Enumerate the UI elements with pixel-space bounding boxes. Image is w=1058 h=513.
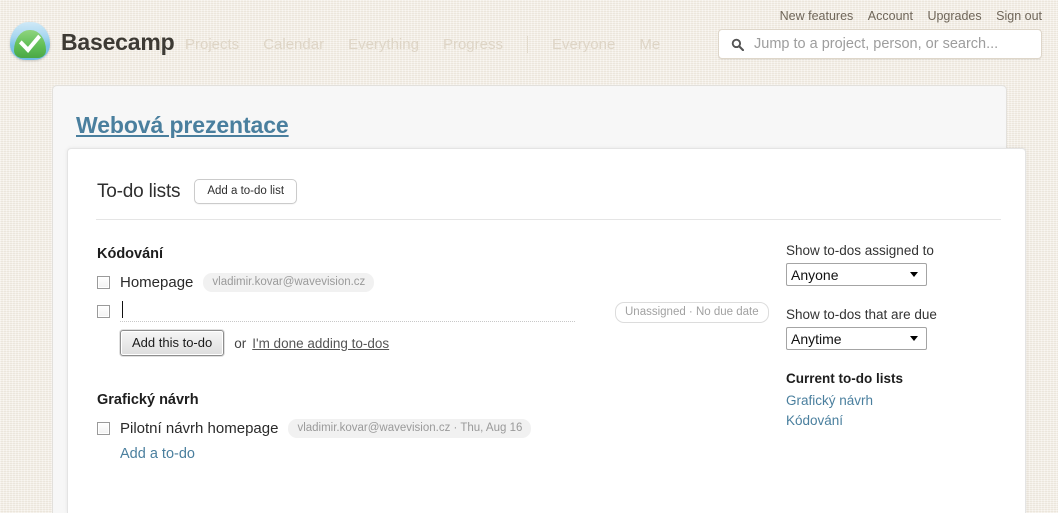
account-link-sign-out[interactable]: Sign out bbox=[996, 9, 1042, 23]
brand-logo[interactable]: Basecamp bbox=[8, 21, 175, 63]
new-todo-row[interactable]: Unassigned · No due date bbox=[97, 300, 777, 323]
due-filter-select[interactable]: Anytime bbox=[786, 327, 927, 350]
assigned-filter-select[interactable]: Anyone bbox=[786, 263, 927, 286]
page-title[interactable]: Webová prezentace bbox=[76, 112, 289, 139]
add-a-todo-list-button[interactable]: Add a to-do list bbox=[194, 179, 298, 204]
brand-name: Basecamp bbox=[61, 28, 175, 55]
todo-item-label: Pilotní návrh homepage bbox=[120, 419, 279, 437]
account-link-upgrades[interactable]: Upgrades bbox=[927, 9, 981, 23]
nav-item-progress[interactable]: Progress bbox=[443, 36, 503, 53]
add-this-todo-button[interactable]: Add this to-do bbox=[120, 330, 225, 356]
nav-item-everyone[interactable]: Everyone bbox=[552, 36, 615, 53]
assigned-filter-wrap[interactable]: Anyone bbox=[786, 263, 927, 286]
nav-item-projects[interactable]: Projects bbox=[185, 36, 239, 53]
assigned-filter-label: Show to-dos assigned to bbox=[786, 243, 934, 258]
todo-checkbox[interactable] bbox=[97, 421, 110, 435]
search-input[interactable] bbox=[752, 35, 1036, 53]
todo-checkbox[interactable] bbox=[97, 275, 110, 289]
add-a-todo-link[interactable]: Add a to-do bbox=[120, 446, 777, 462]
todo-lists-heading: To-do lists bbox=[97, 180, 181, 202]
todo-lists-card: To-do lists Add a to-do list Kódování Ho… bbox=[67, 148, 1026, 513]
card-header: To-do lists Add a to-do list bbox=[97, 179, 298, 204]
due-filter-label: Show to-dos that are due bbox=[786, 307, 937, 322]
card-divider bbox=[96, 219, 1001, 220]
card-sidebar: Show to-dos assigned to Anyone Show to-d… bbox=[786, 243, 1001, 433]
account-link-new-features[interactable]: New features bbox=[780, 9, 854, 23]
done-adding-todos-link[interactable]: I'm done adding to-dos bbox=[252, 336, 389, 351]
text-caret bbox=[122, 301, 123, 318]
search-box[interactable] bbox=[718, 29, 1042, 59]
todo-item-label: Homepage bbox=[120, 273, 194, 291]
nav-divider-2 bbox=[526, 36, 528, 53]
todo-item[interactable]: Pilotní návrh homepage vladimir.kovar@wa… bbox=[97, 417, 777, 439]
todo-lists-column: Kódování Homepage vladimir.kovar@wavevis… bbox=[97, 246, 777, 462]
or-label: or bbox=[234, 335, 247, 351]
todo-item-assignee-due-badge: vladimir.kovar@wavevision.cz · Thu, Aug … bbox=[288, 418, 532, 438]
todo-list-title-graficky-navrh[interactable]: Grafický návrh bbox=[97, 392, 777, 408]
new-todo-checkbox[interactable] bbox=[97, 304, 110, 318]
new-todo-meta-wrap: Unassigned · No due date bbox=[605, 302, 769, 323]
account-links: New features Account Upgrades Sign out bbox=[769, 9, 1042, 23]
nav-divider bbox=[160, 36, 161, 53]
new-todo-meta-badge[interactable]: Unassigned · No due date bbox=[615, 302, 769, 323]
todo-item[interactable]: Homepage vladimir.kovar@wavevision.cz bbox=[97, 271, 777, 293]
search-icon bbox=[731, 38, 744, 51]
current-todo-lists-heading: Current to-do lists bbox=[786, 371, 903, 386]
todo-list-title-kodovani[interactable]: Kódování bbox=[97, 246, 777, 262]
nav-item-everything[interactable]: Everything bbox=[348, 36, 419, 53]
main-nav: Projects Calendar Everything Progress Ev… bbox=[160, 36, 684, 53]
top-bar: New features Account Upgrades Sign out B… bbox=[0, 0, 1058, 76]
new-todo-input[interactable] bbox=[120, 302, 575, 319]
new-todo-input-wrap[interactable] bbox=[120, 300, 575, 322]
nav-item-calendar[interactable]: Calendar bbox=[263, 36, 324, 53]
nav-item-me[interactable]: Me bbox=[639, 36, 660, 53]
basecamp-logo-icon bbox=[8, 21, 52, 63]
sidebar-list-link-graficky-navrh[interactable]: Grafický návrh bbox=[786, 393, 1001, 408]
sidebar-list-link-kodovani[interactable]: Kódování bbox=[786, 413, 1001, 428]
new-todo-actions: Add this to-do or I'm done adding to-dos bbox=[120, 330, 777, 356]
due-filter-wrap[interactable]: Anytime bbox=[786, 327, 927, 350]
todo-item-assignee-badge: vladimir.kovar@wavevision.cz bbox=[203, 272, 375, 292]
account-link-account[interactable]: Account bbox=[868, 9, 913, 23]
